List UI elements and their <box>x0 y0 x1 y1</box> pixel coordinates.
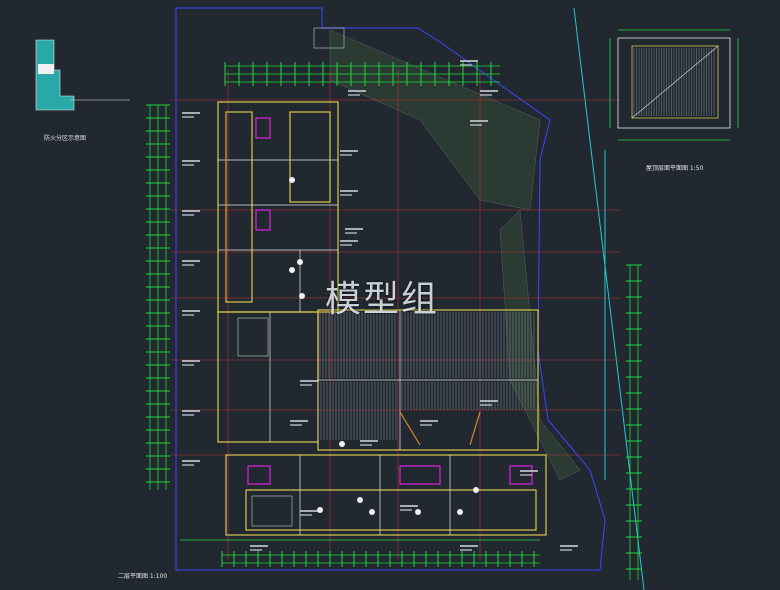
roof-plan-title: 屋顶层面平面图 1:50 <box>646 165 704 172</box>
fire-zone-title: 防火分区示意图 <box>44 135 87 142</box>
cad-drawing-canvas <box>0 0 780 590</box>
main-plan-title: 二层平面图 1:100 <box>118 573 168 580</box>
